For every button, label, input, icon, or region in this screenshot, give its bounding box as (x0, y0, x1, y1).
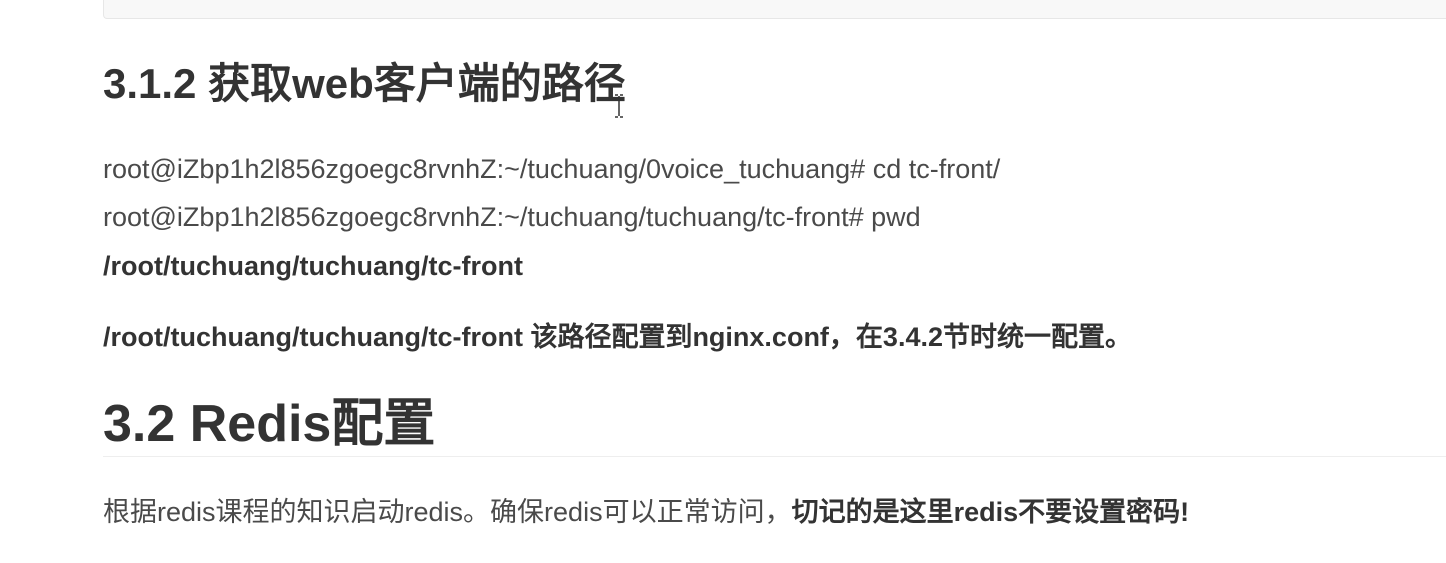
redis-password-warning: 切记的是这里redis不要设置密码! (791, 497, 1190, 527)
section-heading-3-1-2: 3.1.2 获取web客户端的路径 (103, 60, 626, 107)
redis-instructions-text: 根据redis课程的知识启动redis。确保redis可以正常访问， (103, 497, 792, 527)
redis-instructions-paragraph: 根据redis课程的知识启动redis。确保redis可以正常访问，切记的是这里… (103, 495, 1189, 529)
heading-underline-divider (103, 456, 1446, 457)
code-block-bottom-edge (103, 0, 1446, 19)
section-heading-3-2: 3.2 Redis配置 (103, 395, 436, 453)
path-config-note: /root/tuchuang/tuchuang/tc-front 该路径配置到n… (103, 322, 1132, 352)
terminal-line-cd: root@iZbp1h2l856zgoegc8rvnhZ:~/tuchuang/… (103, 154, 1001, 184)
text-cursor-icon (615, 94, 623, 118)
terminal-line-output: /root/tuchuang/tuchuang/tc-front (103, 251, 523, 281)
terminal-line-pwd: root@iZbp1h2l856zgoegc8rvnhZ:~/tuchuang/… (103, 202, 921, 232)
